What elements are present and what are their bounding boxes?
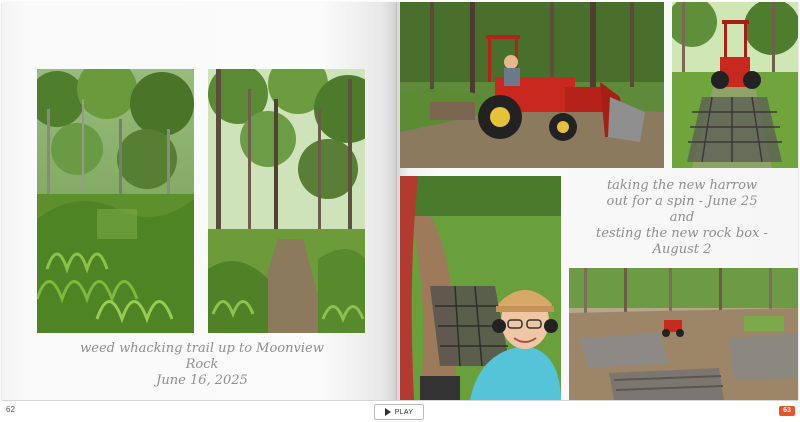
play-label: PLAY	[394, 408, 414, 416]
right-page: taking the new harrow out for a spin - J…	[397, 2, 798, 400]
caption-line: testing the new rock box -	[596, 226, 768, 241]
play-icon	[384, 408, 391, 416]
caption-line: weed whacking trail up to Moonview Rock	[80, 341, 324, 372]
forest-trail-trees-photo	[208, 69, 365, 333]
caption-line: June 16, 2025	[156, 373, 248, 388]
caption-line: taking the new harrow	[606, 178, 758, 193]
current-page-badge[interactable]: 63	[779, 406, 795, 416]
left-page: weed whacking trail up to Moonview Rock …	[2, 2, 397, 400]
tractor-with-harrow-on-trail-photo	[672, 2, 798, 168]
red-tractor-with-rock-box-photo	[400, 2, 664, 168]
caption-line: out for a spin - June 25	[606, 194, 758, 209]
stone-wall-construction-photo	[569, 268, 798, 400]
photo-book-spread: weed whacking trail up to Moonview Rock …	[2, 2, 798, 400]
left-page-number: 62	[6, 405, 15, 414]
selfie-on-tractor-photo	[400, 176, 561, 400]
caption-line: and	[669, 210, 695, 225]
play-button[interactable]: PLAY	[374, 404, 424, 420]
forest-trail-ferns-photo	[37, 69, 194, 333]
left-page-caption: weed whacking trail up to Moonview Rock …	[62, 341, 342, 389]
right-page-caption: taking the new harrow out for a spin - J…	[572, 178, 792, 258]
caption-line: August 2	[652, 242, 712, 257]
